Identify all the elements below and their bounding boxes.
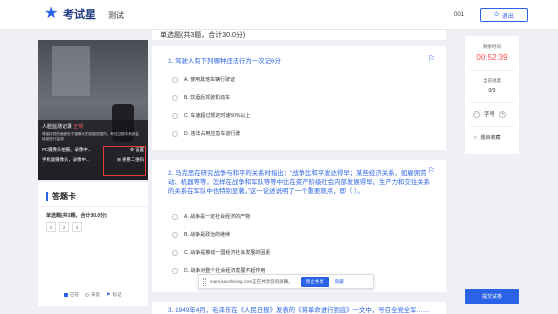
font-size-label: 字号 bbox=[484, 112, 496, 118]
progress-value: 0/3 bbox=[488, 88, 496, 94]
increase-font-icon[interactable]: + bbox=[499, 110, 507, 118]
exam-status-panel: 剩余时间 00:52:39 当前进度 0/3 − 字号 + ☆ 题目收藏 bbox=[465, 36, 519, 154]
drag-handle-icon[interactable] bbox=[203, 277, 206, 286]
question-separator bbox=[152, 40, 446, 46]
option[interactable]: C. 战争是推动一国经济社会发展的因素 bbox=[172, 249, 270, 256]
option[interactable]: D. 战争对整个社会经济发展不起作用 bbox=[172, 267, 265, 274]
radio-icon bbox=[172, 130, 178, 137]
question-separator bbox=[152, 150, 446, 160]
radio-icon bbox=[172, 94, 178, 101]
highlight-box bbox=[103, 146, 146, 176]
question-separator bbox=[152, 292, 446, 302]
divider bbox=[471, 126, 513, 127]
time-label: 剩余时间 bbox=[483, 44, 501, 49]
radio-icon bbox=[172, 249, 178, 256]
radio-icon bbox=[172, 231, 178, 238]
progress-label: 当前进度 bbox=[483, 78, 501, 83]
monitor-desc: 请保持您的面部处于摄像头的拍摄范围内，考试过程中系统会持续进行监测 bbox=[42, 132, 140, 141]
flag-icon: ⚑ bbox=[106, 292, 111, 298]
user-id: 001 bbox=[454, 12, 465, 18]
divider bbox=[471, 102, 513, 103]
submit-exam-button[interactable]: 提交试卷 bbox=[465, 289, 519, 304]
flag-question-icon[interactable]: ⚐ bbox=[428, 166, 435, 175]
divider bbox=[471, 70, 513, 71]
legend-answered: 已答 bbox=[70, 292, 79, 297]
font-size-control: − 字号 + bbox=[473, 110, 507, 118]
collect-question-button[interactable]: ☆ 题目收藏 bbox=[473, 134, 501, 142]
radio-icon bbox=[172, 112, 178, 119]
legend-flagged: 标记 bbox=[112, 292, 122, 297]
question-panel: 单选题(共3题，合计30.0分) 1. 驾驶人有下列哪种违法行为一次记6分 ⚐ … bbox=[152, 30, 446, 314]
title-accent-bar bbox=[46, 192, 48, 201]
brand-name: 考试星 bbox=[63, 9, 96, 21]
option[interactable]: B. 饮酒后驾驶机动车 bbox=[172, 94, 230, 101]
radio-icon bbox=[172, 213, 178, 220]
decrease-font-icon[interactable]: − bbox=[473, 110, 480, 118]
monitor-title: 人脸监测记录 正常 bbox=[42, 124, 84, 130]
answer-legend: 已答 未答 ⚑ 标记 bbox=[64, 292, 121, 298]
time-remaining: 00:52:39 bbox=[476, 53, 508, 62]
option[interactable]: A. 战争是一定社会经济的产物 bbox=[172, 213, 250, 220]
hide-toast-button[interactable]: 隐藏 bbox=[335, 279, 344, 285]
question-title: 3. 1949年4月，毛泽东在《人民日报》发表的《将革命进行到底》一文中，号召全… bbox=[168, 307, 430, 314]
option[interactable]: A. 使用其他车辆行驶证 bbox=[172, 76, 235, 83]
question-title: 2. 马克思在研究战争与和平的关系时指出：“战争比和平发达得早；某些经济关系，如… bbox=[168, 170, 431, 195]
answer-card-section: 单选题(共3题，合计30.0分) bbox=[46, 213, 107, 219]
star-icon: ☆ bbox=[473, 134, 478, 141]
divider bbox=[38, 206, 148, 207]
flag-question-icon[interactable]: ⚐ bbox=[428, 54, 435, 63]
logout-icon: ⏻ bbox=[494, 11, 499, 18]
stop-sharing-button[interactable]: 停止共享 bbox=[300, 276, 329, 287]
answer-card-title: 答题卡 bbox=[52, 192, 76, 201]
top-bar: ★ 考试星 测试 001 ⏻ 退出 bbox=[0, 0, 558, 30]
question-title: 1. 驾驶人有下列哪种违法行为一次记6分 bbox=[168, 58, 281, 65]
camera-feed-window bbox=[52, 46, 90, 96]
question-number-grid: 1 2 3 bbox=[46, 222, 82, 232]
legend-unanswered: 未答 bbox=[91, 292, 100, 297]
answer-card: 答题卡 单选题(共3题，合计30.0分) 1 2 3 已答 未答 ⚑ 标记 bbox=[38, 182, 148, 306]
radio-icon bbox=[172, 76, 178, 83]
monitor-status: 正常 bbox=[73, 124, 84, 130]
question-number-button[interactable]: 2 bbox=[59, 222, 69, 232]
section-title: 单选题(共3题，合计30.0分) bbox=[160, 32, 246, 39]
star-logo-icon: ★ bbox=[44, 5, 59, 22]
question-number-button[interactable]: 3 bbox=[72, 222, 82, 232]
option[interactable]: C. 车速超过规定时速50%以上 bbox=[172, 112, 250, 119]
radio-icon bbox=[172, 267, 178, 274]
screen-share-toast: mam.kaoshixing.com正在共享您的屏幕。 停止共享 隐藏 bbox=[198, 274, 374, 289]
collect-label: 题目收藏 bbox=[480, 135, 501, 141]
logout-label: 退出 bbox=[501, 13, 514, 20]
logout-button[interactable]: ⏻ 退出 bbox=[480, 8, 528, 22]
option[interactable]: B. 战争是政治的继续 bbox=[172, 231, 230, 238]
toast-text: mam.kaoshixing.com正在共享您的屏幕。 bbox=[210, 278, 293, 284]
question-number-button[interactable]: 1 bbox=[46, 222, 56, 232]
option[interactable]: D. 违法占用应急车道行驶 bbox=[172, 130, 240, 137]
mobile-camera-label: 手机副摄像头，录像中... bbox=[42, 157, 90, 162]
page-tab: 测试 bbox=[108, 11, 124, 20]
pc-camera-label: PC摄像头拍摄，录像中... bbox=[42, 147, 92, 152]
unanswered-icon bbox=[85, 293, 89, 297]
answered-icon bbox=[64, 293, 68, 297]
logo: ★ 考试星 bbox=[44, 6, 96, 22]
